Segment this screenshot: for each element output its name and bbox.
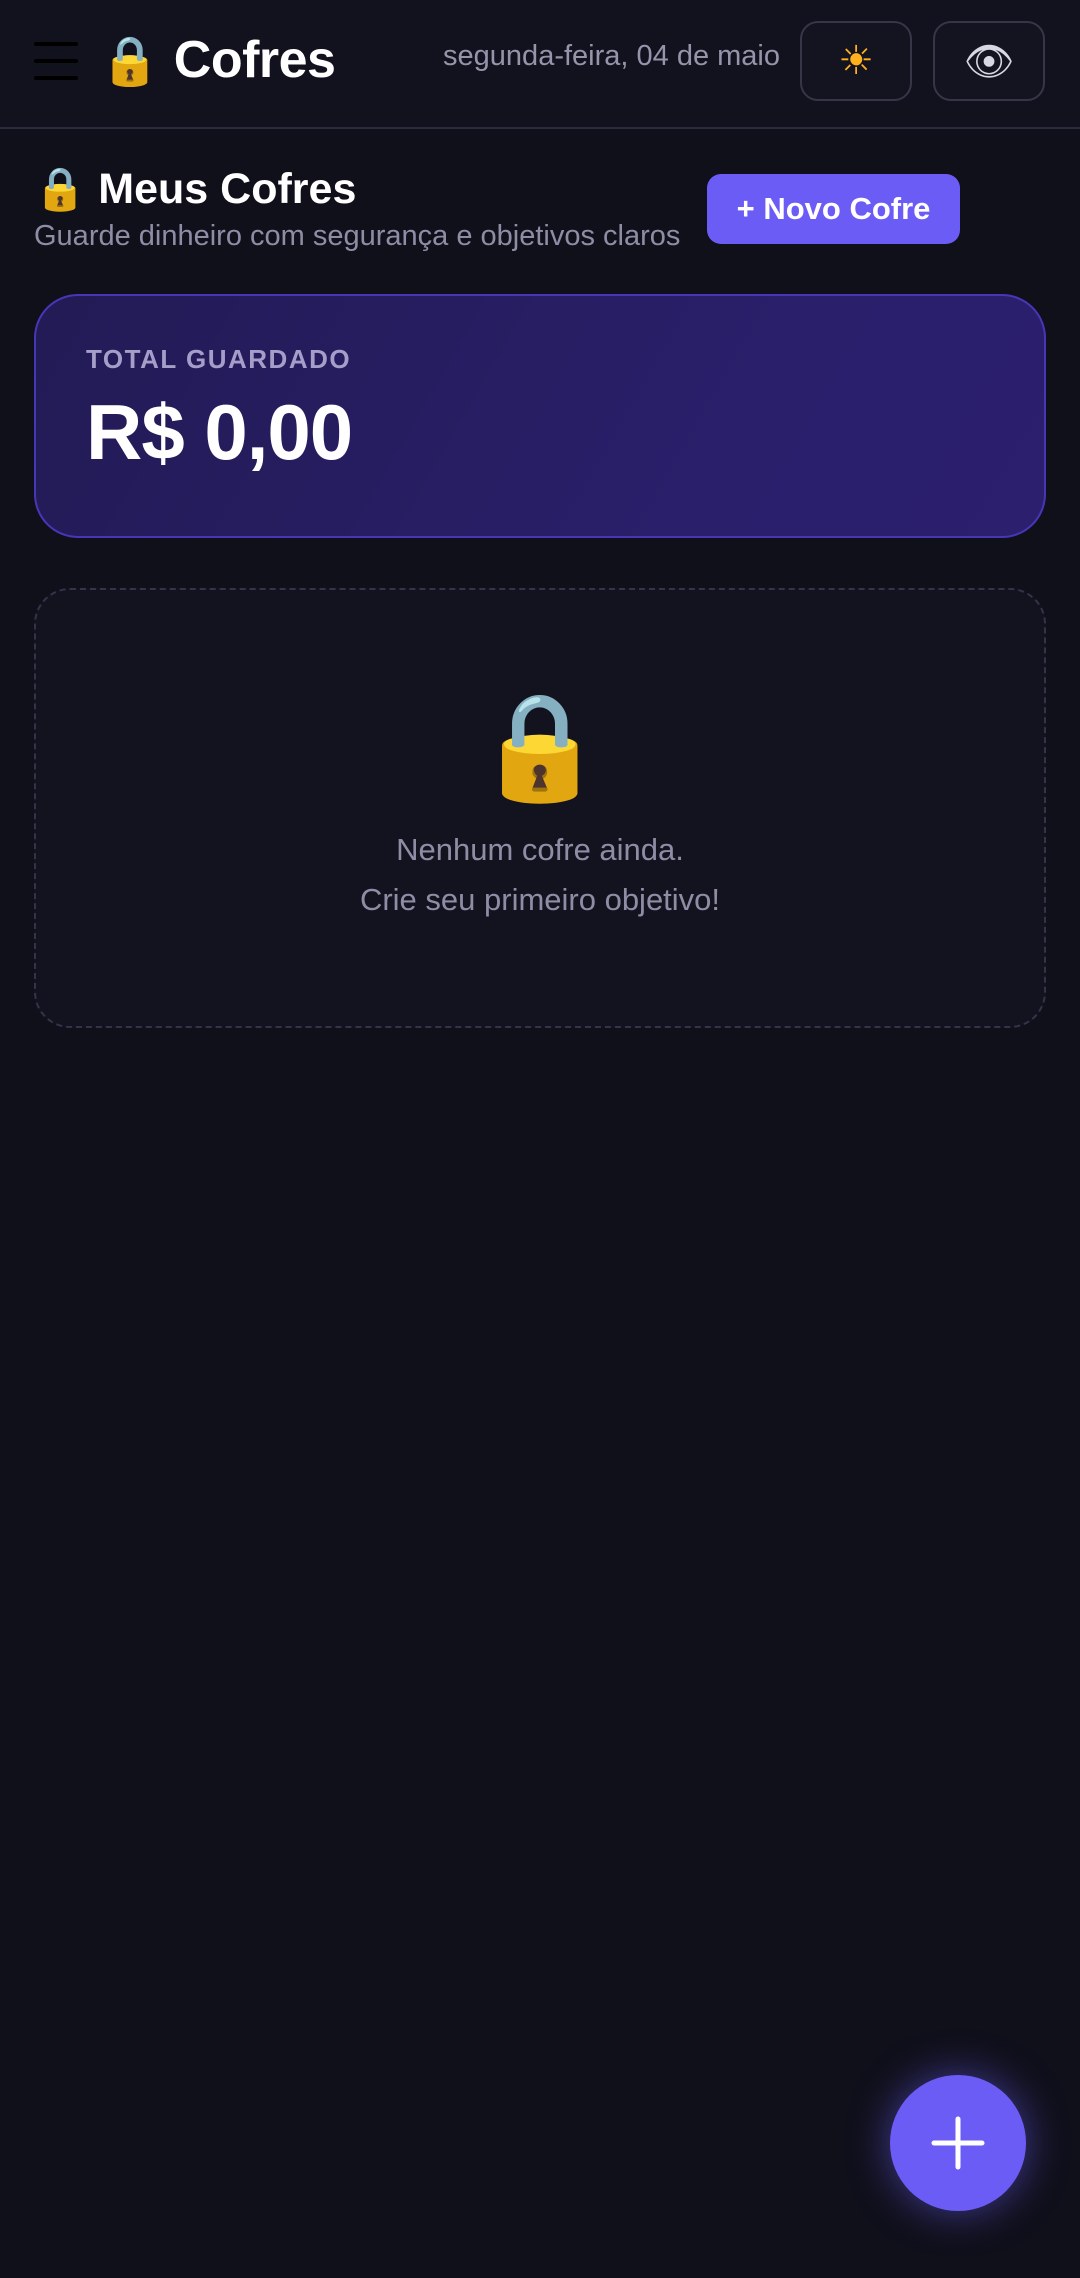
plus-icon [931, 2116, 985, 2170]
total-saved-value: R$ 0,00 [86, 388, 353, 476]
current-date: segunda-feira, 04 de maio [443, 40, 780, 72]
top-bar: 🔒 Cofres segunda-feira, 04 de maio ☀ 👁 [0, 0, 1080, 129]
hamburger-icon[interactable] [34, 42, 78, 80]
empty-state-card: 🔒 Nenhum cofre ainda. Crie seu primeiro … [34, 588, 1046, 1028]
total-saved-label: TOTAL GUARDADO [86, 344, 352, 374]
app-title: 🔒 Cofres [100, 28, 336, 92]
lock-icon: 🔒 [34, 164, 87, 213]
app-title-text: Cofres [173, 31, 336, 89]
hamburger-line [34, 59, 78, 63]
hamburger-line [34, 42, 78, 46]
eye-icon: 👁 [963, 38, 1015, 85]
new-vault-button[interactable]: + Novo Cofre [707, 174, 960, 244]
total-saved-card: TOTAL GUARDADO R$ 0,00 [34, 294, 1046, 538]
empty-state-hint: Crie seu primeiro objetivo! [359, 882, 721, 917]
lock-icon: 🔒 [100, 32, 160, 89]
sun-icon: ☀ [838, 38, 874, 84]
lock-icon: 🔒 [475, 685, 605, 807]
visibility-toggle-button[interactable]: 👁 [933, 21, 1045, 101]
empty-state-message: Nenhum cofre ainda. [396, 832, 684, 867]
add-vault-fab[interactable] [890, 2075, 1026, 2211]
hamburger-line [34, 76, 78, 80]
theme-toggle-button[interactable]: ☀ [800, 21, 912, 101]
section-title-text: Meus Cofres [98, 164, 357, 213]
